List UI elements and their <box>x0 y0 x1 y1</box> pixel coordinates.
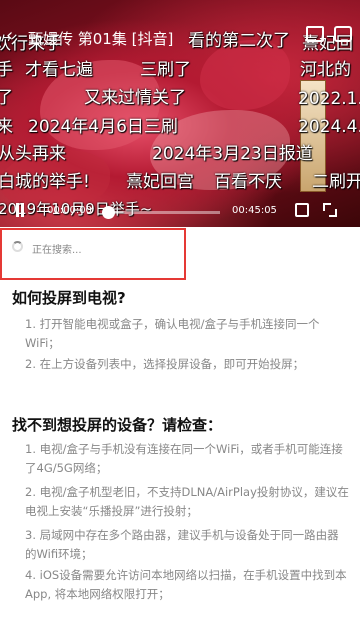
top-right-actions <box>306 26 352 42</box>
fullscreen-icon[interactable] <box>323 203 337 217</box>
list-item: 1. 打开智能电视或盒子，确认电视/盒子与手机连接同一个WiFi； <box>25 317 320 350</box>
pip-icon[interactable] <box>295 203 309 217</box>
danmaku-comment: 了 <box>0 88 13 108</box>
list-item: 1. 电视/盒子与手机没有连接在同一个WiFi，或者手机可能连接了4G/5G网络… <box>25 442 343 475</box>
danmaku-comment: 2022.1. <box>298 89 360 109</box>
player-controls: 00:00:00 00:45:05 <box>0 195 360 225</box>
heading-how-to-cast: 如何投屏到电视? <box>12 289 126 307</box>
progress-knob[interactable] <box>102 206 115 219</box>
danmaku-comment: 看的第二次了 <box>188 31 290 51</box>
search-status: 正在搜索... <box>32 245 82 256</box>
total-time: 00:45:05 <box>232 205 277 216</box>
danmaku-comment: 百看不厌 <box>214 172 282 192</box>
progress-bar[interactable] <box>102 206 220 219</box>
video-title: 甄嬛传 第01集 [抖音] <box>28 30 174 48</box>
video-player[interactable]: 欢行来手 看的第二次了 熹妃回 手 才看七遍 三刷了 河北的 了 又来过情关了 … <box>0 0 360 227</box>
danmaku-comment: 三刷了 <box>140 60 191 80</box>
danmaku-comment: 2024.4. <box>298 117 360 137</box>
danmaku-comment: 手 <box>0 60 13 80</box>
danmaku-comment: 二刷开 <box>312 172 360 192</box>
device-search-box: 正在搜索... <box>0 228 186 280</box>
back-icon[interactable]: ‹ <box>6 25 13 46</box>
danmaku-comment: 2024年3月23日报道 <box>152 144 313 164</box>
list-item: 3. 局域网中存在多个路由器，建议手机与设备处于同一路由器的Wifi环境； <box>25 528 339 561</box>
heading-troubleshoot: 找不到想投屏的设备？请检查： <box>12 416 223 434</box>
danmaku-comment: 又来过情关了 <box>84 88 186 108</box>
tv-cast-icon[interactable] <box>306 26 324 42</box>
list-item: 2. 电视/盒子机型老旧，不支持DLNA/AirPlay投射协议，建议在电视上安… <box>25 485 349 518</box>
danmaku-comment: 白城的举手! <box>0 172 90 192</box>
danmaku-comment: 2024年4月6日三刷 <box>28 117 178 137</box>
danmaku-comment: 熹妃回宫 <box>126 172 194 192</box>
danmaku-comment: 从头再来 <box>0 144 66 164</box>
current-time: 00:00:00 <box>47 205 92 216</box>
danmaku-comment: 河北的 <box>300 60 351 80</box>
loading-spinner-icon <box>12 241 23 252</box>
settings-icon[interactable] <box>334 26 352 42</box>
pause-icon[interactable] <box>16 203 24 217</box>
list-item: 4. iOS设备需要允许访问本地网络以扫描，在手机设置中找到本App, 将本地网… <box>25 568 347 601</box>
list-item: 2. 在上方设备列表中，选择投屏设备，即可开始投屏； <box>25 357 305 371</box>
danmaku-comment: 来 <box>0 117 13 137</box>
danmaku-comment: 才看七遍 <box>25 60 93 80</box>
